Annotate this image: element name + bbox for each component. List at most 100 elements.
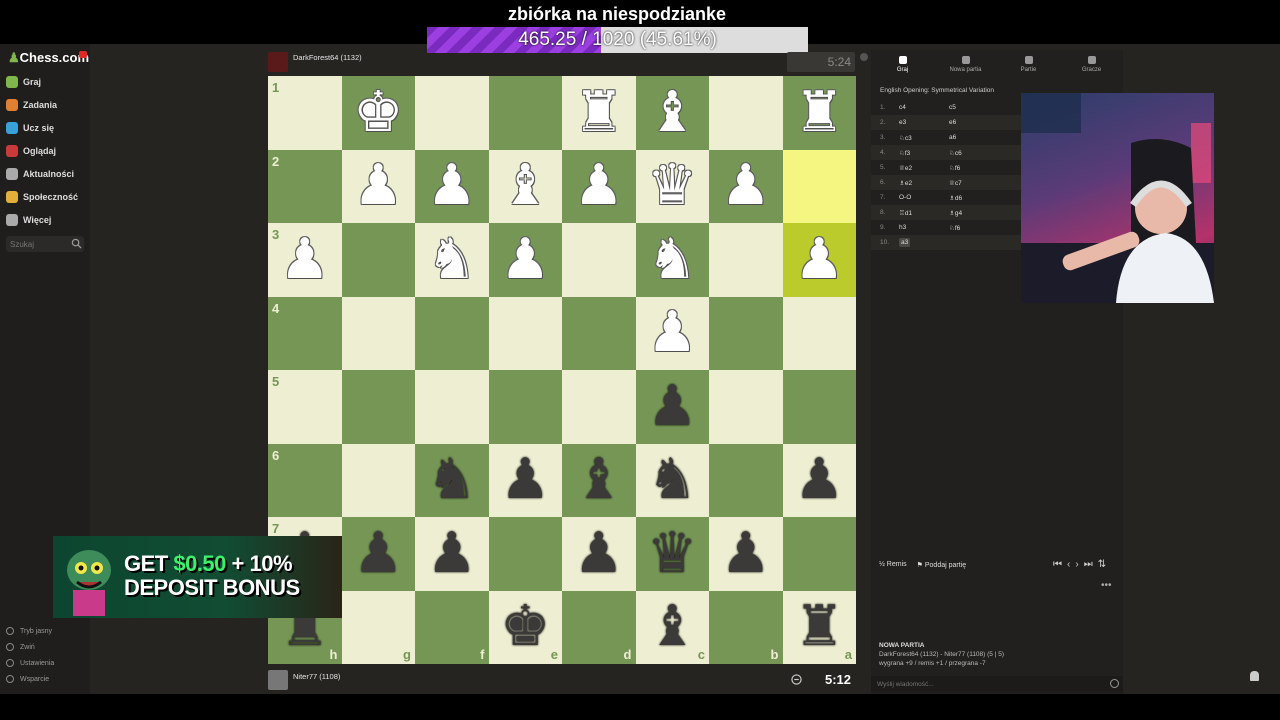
- black-pawn-icon[interactable]: ♟: [647, 378, 697, 435]
- white-rook-icon[interactable]: ♜: [574, 84, 624, 141]
- black-move[interactable]: ♗d6: [949, 194, 999, 202]
- square-a6[interactable]: ♟: [782, 443, 856, 517]
- white-move[interactable]: ♕e2: [899, 165, 912, 172]
- flip-board-icon[interactable]: ⇅: [1098, 559, 1106, 570]
- prev-move-icon[interactable]: ‹: [1067, 559, 1070, 570]
- square-a8[interactable]: a ♜: [782, 590, 856, 664]
- white-move[interactable]: h3: [899, 224, 906, 231]
- white-move[interactable]: a3: [899, 238, 911, 247]
- square-c1[interactable]: ♝: [635, 76, 709, 150]
- square-a3[interactable]: ♟: [782, 223, 856, 297]
- square-g8[interactable]: g: [341, 590, 415, 664]
- white-knight-icon[interactable]: ♞: [427, 231, 477, 288]
- white-move[interactable]: ♗e2: [899, 180, 912, 187]
- white-pawn-icon[interactable]: ♟: [427, 158, 477, 214]
- square-e2[interactable]: ♝: [488, 149, 562, 223]
- chess-board[interactable]: 1♚♜♝♜2♟♟♝♟♛♟3♟♞♟♞♟4♟5♟6♞♟♝♞♟7♟♟♟♟♛♟8h♜gf…: [268, 76, 856, 664]
- white-king-icon[interactable]: ♚: [353, 84, 403, 141]
- square-a7[interactable]: [782, 517, 856, 591]
- square-b6[interactable]: [709, 443, 783, 517]
- square-b1[interactable]: [709, 76, 783, 150]
- square-f3[interactable]: ♞: [415, 223, 489, 297]
- black-pawn-icon[interactable]: ♟: [353, 525, 403, 582]
- tab-play[interactable]: Graj: [871, 50, 934, 80]
- square-d5[interactable]: [562, 370, 636, 444]
- black-pawn-icon[interactable]: ♟: [500, 452, 550, 508]
- black-knight-icon[interactable]: ♞: [647, 452, 697, 508]
- white-bishop-icon[interactable]: ♝: [647, 84, 697, 141]
- collapse-button[interactable]: Zwiń: [6, 643, 35, 651]
- support-button[interactable]: Wsparcie: [6, 675, 49, 683]
- square-c7[interactable]: ♛: [635, 517, 709, 591]
- square-a4[interactable]: [782, 296, 856, 370]
- white-move[interactable]: ♘c3: [899, 135, 912, 142]
- square-c5[interactable]: ♟: [635, 370, 709, 444]
- square-f4[interactable]: [415, 296, 489, 370]
- player-avatar[interactable]: [268, 670, 288, 690]
- square-b8[interactable]: b: [709, 590, 783, 664]
- white-pawn-icon[interactable]: ♟: [794, 231, 844, 288]
- square-g4[interactable]: [341, 296, 415, 370]
- white-move[interactable]: ♖d1: [899, 210, 912, 217]
- square-f8[interactable]: f: [415, 590, 489, 664]
- white-queen-icon[interactable]: ♛: [647, 158, 697, 214]
- opponent-avatar[interactable]: [268, 52, 288, 72]
- square-g3[interactable]: [341, 223, 415, 297]
- square-b5[interactable]: [709, 370, 783, 444]
- white-move[interactable]: e3: [899, 119, 906, 126]
- square-d6[interactable]: ♝: [562, 443, 636, 517]
- black-pawn-icon[interactable]: ♟: [574, 525, 624, 582]
- square-d7[interactable]: ♟: [562, 517, 636, 591]
- black-pawn-icon[interactable]: ♟: [794, 452, 844, 508]
- white-pawn-icon[interactable]: ♟: [353, 158, 403, 214]
- white-rook-icon[interactable]: ♜: [794, 84, 844, 141]
- black-move[interactable]: c5: [949, 104, 999, 111]
- light-mode-toggle[interactable]: Tryb jasny: [6, 627, 52, 635]
- black-queen-icon[interactable]: ♛: [647, 525, 697, 582]
- next-move-icon[interactable]: ›: [1075, 559, 1078, 570]
- white-pawn-icon[interactable]: ♟: [574, 158, 624, 214]
- last-move-icon[interactable]: ⏭: [1084, 559, 1093, 570]
- square-d3[interactable]: [562, 223, 636, 297]
- square-c6[interactable]: ♞: [635, 443, 709, 517]
- resign-button[interactable]: ⚑ Poddaj partię: [917, 561, 967, 569]
- square-h3[interactable]: 3 ♟: [268, 223, 342, 297]
- sidebar-item-3[interactable]: Oglądaj: [6, 142, 56, 160]
- white-move[interactable]: ♘f3: [899, 150, 910, 157]
- square-b7[interactable]: ♟: [709, 517, 783, 591]
- black-bishop-icon[interactable]: ♝: [647, 599, 697, 655]
- player-name[interactable]: Niter77 (1108): [293, 672, 340, 681]
- square-g1[interactable]: ♚: [341, 76, 415, 150]
- square-a5[interactable]: [782, 370, 856, 444]
- white-knight-icon[interactable]: ♞: [647, 231, 697, 288]
- square-h6[interactable]: 6: [268, 443, 342, 517]
- square-h2[interactable]: 2: [268, 149, 342, 223]
- square-f5[interactable]: [415, 370, 489, 444]
- square-b3[interactable]: [709, 223, 783, 297]
- square-c2[interactable]: ♛: [635, 149, 709, 223]
- square-e3[interactable]: ♟: [488, 223, 562, 297]
- square-g5[interactable]: [341, 370, 415, 444]
- square-c8[interactable]: c ♝: [635, 590, 709, 664]
- settings-button[interactable]: Ustawienia: [6, 659, 54, 667]
- draw-button[interactable]: ½ Remis: [879, 561, 907, 569]
- black-move[interactable]: ♘c6: [949, 149, 999, 157]
- black-rook-icon[interactable]: ♜: [794, 599, 844, 655]
- square-e1[interactable]: [488, 76, 562, 150]
- square-h1[interactable]: 1: [268, 76, 342, 150]
- sidebar-item-1[interactable]: Zadania: [6, 96, 57, 114]
- white-pawn-icon[interactable]: ♟: [721, 158, 771, 214]
- black-move[interactable]: ♗g4: [949, 209, 999, 217]
- chess-logo[interactable]: ♟Chess.com: [8, 50, 89, 66]
- square-h4[interactable]: 4: [268, 296, 342, 370]
- square-g2[interactable]: ♟: [341, 149, 415, 223]
- square-a1[interactable]: ♜: [782, 76, 856, 150]
- black-move[interactable]: e6: [949, 119, 999, 126]
- black-bishop-icon[interactable]: ♝: [574, 452, 624, 508]
- square-g7[interactable]: ♟: [341, 517, 415, 591]
- black-move[interactable]: ♘f6: [949, 224, 999, 232]
- square-h5[interactable]: 5: [268, 370, 342, 444]
- tab-games[interactable]: Partie: [997, 50, 1060, 80]
- square-f6[interactable]: ♞: [415, 443, 489, 517]
- square-d4[interactable]: [562, 296, 636, 370]
